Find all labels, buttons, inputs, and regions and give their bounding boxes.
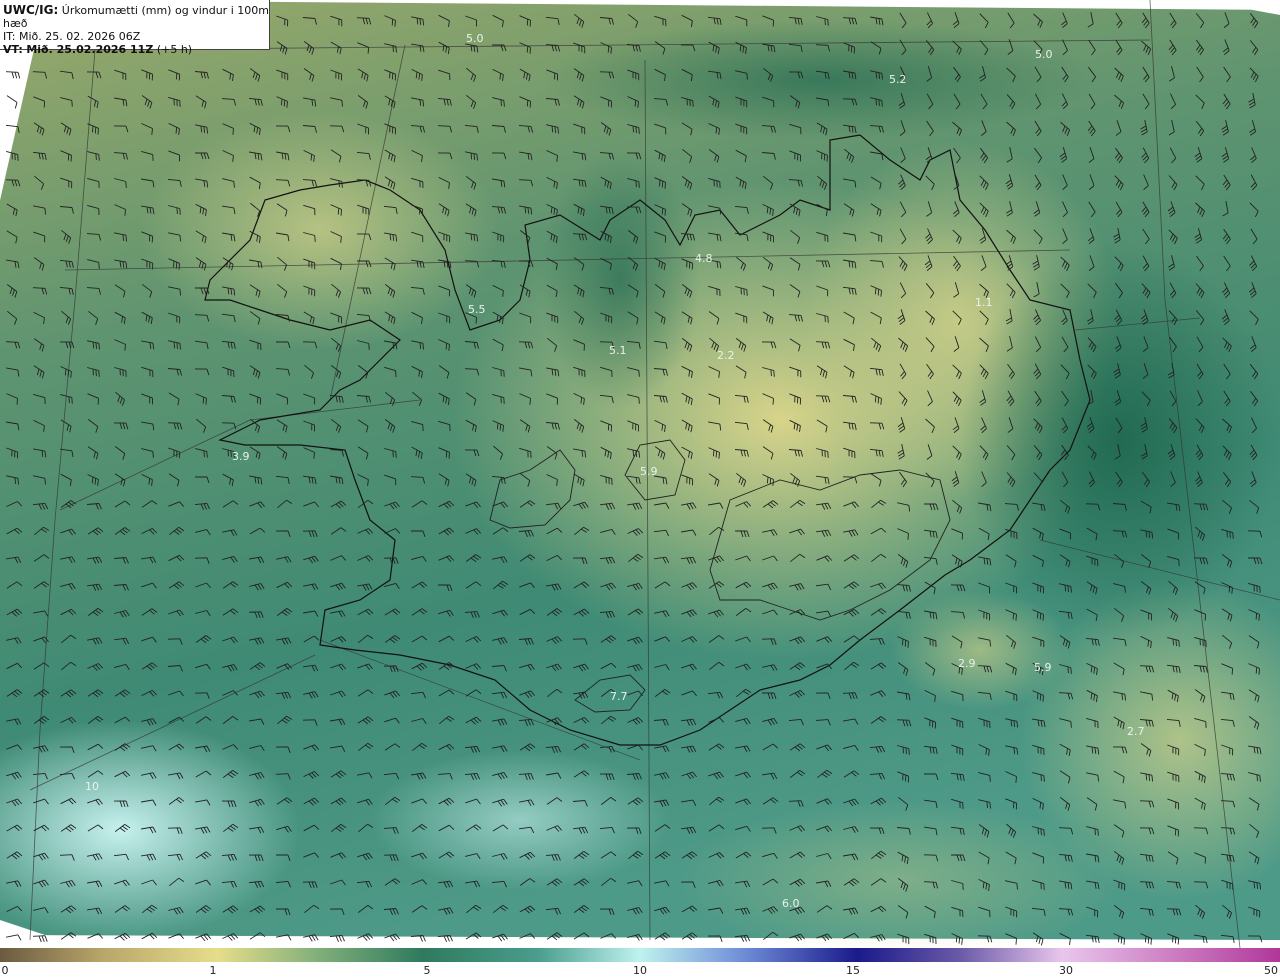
valid-time: Mið. 25.02.2026 11Z <box>26 43 154 56</box>
value-label: 7.7 <box>610 690 628 703</box>
value-label: 1.1 <box>975 296 993 309</box>
wind-barb <box>734 934 751 942</box>
issue-time: IT: Mið. 25. 02. 2026 06Z <box>3 30 141 43</box>
colorbar-tick: 0 <box>1 964 9 977</box>
colorbar-tick: 1 <box>209 964 217 977</box>
model-label: UWC/IG: <box>3 3 59 17</box>
value-label: 5.9 <box>640 465 658 478</box>
value-label: 2.9 <box>958 657 976 670</box>
value-label: 4.8 <box>695 252 713 265</box>
precipitation-map: 5.0 5.0 5.2 4.8 5.5 5.1 2.2 3.9 2.9 5.9 … <box>0 0 1280 948</box>
valid-time-label: VT: <box>3 43 23 56</box>
info-box: UWC/IG: Úrkomumætti (mm) og vindur i 100… <box>0 0 270 56</box>
value-label: 5.1 <box>609 344 627 357</box>
colorbar-tick: 30 <box>1059 964 1073 977</box>
value-label: 5.0 <box>1035 48 1053 61</box>
value-label: 2.7 <box>1127 725 1145 738</box>
value-label: 10 <box>85 780 99 793</box>
wind-barb <box>329 934 345 942</box>
value-label: 6.0 <box>782 897 800 910</box>
lead-time: (+5 h) <box>156 43 193 56</box>
value-label: 5.2 <box>889 73 907 86</box>
colorbar-tick: 50 <box>1264 964 1278 977</box>
colorbar-gradient <box>0 948 1280 962</box>
colorbar-tick: 15 <box>846 964 860 977</box>
colorbar-tick: 10 <box>633 964 647 977</box>
value-label: 3.9 <box>232 450 250 463</box>
colorbar-tick: 5 <box>423 964 431 977</box>
value-label: 2.2 <box>717 349 735 362</box>
value-label: 5.9 <box>1034 661 1052 674</box>
value-label: 5.5 <box>468 303 486 316</box>
colorbar: 0 1 5 10 15 30 50 <box>0 948 1280 978</box>
value-label: 5.0 <box>466 32 484 45</box>
